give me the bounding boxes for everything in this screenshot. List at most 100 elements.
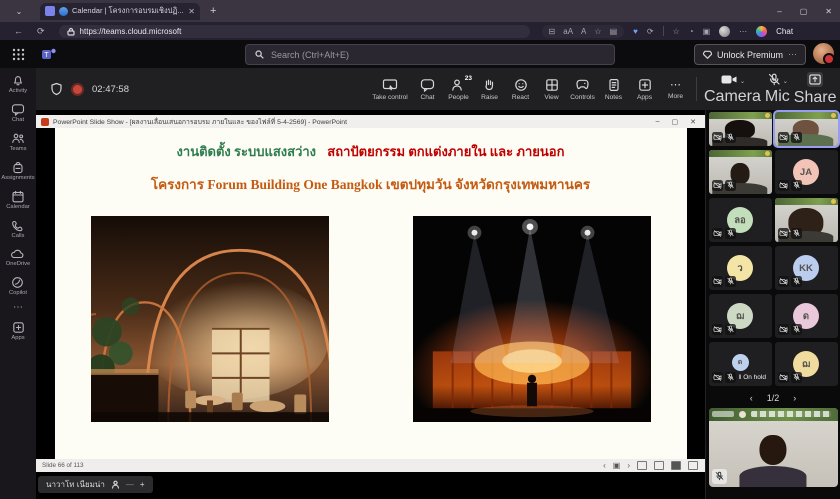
meeting-buttons: Take control Chat 23 People Raise React xyxy=(368,68,840,110)
mic-off-icon xyxy=(791,276,802,287)
translate-icon[interactable]: aA xyxy=(563,27,573,36)
apps-button[interactable]: Apps xyxy=(629,78,660,101)
back-icon[interactable]: ← xyxy=(14,26,23,36)
new-tab-button[interactable]: + xyxy=(210,5,216,17)
history-icon[interactable]: ◔ xyxy=(689,27,694,36)
minimize-button[interactable]: – xyxy=(777,7,781,16)
virtual-bg-banner xyxy=(775,198,838,205)
participant-tile[interactable]: ฌ xyxy=(775,342,838,386)
pager-next-icon[interactable]: › xyxy=(793,393,796,403)
meeting-status: 02:47:58 xyxy=(50,82,129,96)
mic-button[interactable]: ⌄ Mic xyxy=(763,73,792,106)
mic-off-icon xyxy=(725,180,736,191)
rail-item-assignments[interactable]: Assignments xyxy=(1,161,34,181)
rail-item-copilot[interactable]: Copilot xyxy=(9,276,27,296)
participant-tile[interactable]: ลอ xyxy=(709,198,772,242)
participant-tile[interactable]: KK xyxy=(775,246,838,290)
rail-item-more[interactable]: ⋯ xyxy=(13,305,23,312)
camera-chevron-icon[interactable]: ⌄ xyxy=(740,77,745,85)
camera-off-icon xyxy=(712,132,723,143)
spotlight-participant-tile[interactable] xyxy=(709,408,838,487)
ppt-restore-button[interactable]: ▢ xyxy=(672,118,679,126)
teams-profile-avatar[interactable] xyxy=(813,43,834,64)
view-button[interactable]: View xyxy=(536,78,567,101)
rail-item-activity[interactable]: Activity xyxy=(9,74,27,94)
app-window: ⌄ Calendar | โครงการอบรมเชิงปฏิ... ✕ + –… xyxy=(0,0,840,499)
ppt-close-button[interactable]: ✕ xyxy=(690,118,696,126)
meeting-timer: 02:47:58 xyxy=(92,84,129,95)
raise-hand-button[interactable]: Raise xyxy=(474,78,505,101)
slideshow-control-bar: Slide 66 of 113 ‹ ▣ › xyxy=(36,459,705,472)
rail-item-chat[interactable]: Chat xyxy=(11,103,25,123)
read-aloud-icon[interactable]: A xyxy=(581,27,586,36)
next-slide-button[interactable]: › xyxy=(627,461,630,470)
participant-tile[interactable] xyxy=(709,150,772,194)
slide-heading-line2: โครงการ Forum Building One Bangkok เขตปท… xyxy=(55,173,687,195)
participant-tile[interactable] xyxy=(775,112,838,146)
refresh-icon[interactable]: ⟳ xyxy=(37,26,45,37)
extensions-icon[interactable]: ☆ xyxy=(673,27,680,36)
share-bar-add-button[interactable]: + xyxy=(140,480,145,489)
favorites-star-icon[interactable]: ☆ xyxy=(594,27,601,36)
chat-button[interactable]: Chat xyxy=(412,78,443,101)
camera-off-icon xyxy=(778,132,789,143)
zoom-slide-button[interactable] xyxy=(654,461,664,470)
browser-tab[interactable]: Calendar | โครงการอบรมเชิงปฏิ... ✕ xyxy=(40,3,200,20)
slideshow-nav: ‹ ▣ › xyxy=(603,461,705,470)
search-input[interactable]: Search (Ctrl+Alt+E) xyxy=(245,44,615,65)
take-control-button[interactable]: Take control xyxy=(368,78,412,101)
controls-button[interactable]: Controls xyxy=(567,78,598,101)
tab-search-icon[interactable]: ⌄ xyxy=(10,4,28,18)
see-all-slides-button[interactable] xyxy=(637,461,647,470)
close-button[interactable]: ✕ xyxy=(825,7,832,16)
tab-close-icon[interactable]: ✕ xyxy=(188,7,195,16)
slide: งานติดตั้ง ระบบแสงสว่าง สถาปัตยกรรม ตกแต… xyxy=(55,128,687,459)
pen-tool-button[interactable]: ▣ xyxy=(613,461,621,470)
current-view-button[interactable] xyxy=(671,461,681,470)
collections-icon[interactable]: ▤ xyxy=(610,27,618,36)
split-screen-icon[interactable]: ⊟ xyxy=(549,27,556,36)
shared-screen-stage: PowerPoint Slide Show - [ผลงานเลื่อนเสนอ… xyxy=(36,110,705,499)
browser-more-icon[interactable]: ⋯ xyxy=(739,27,747,36)
url-field[interactable]: https://teams.cloud.microsoft xyxy=(59,25,530,38)
participant-tile[interactable]: JA xyxy=(775,150,838,194)
restore-button[interactable]: ▢ xyxy=(800,7,808,16)
mic-chevron-icon[interactable]: ⌄ xyxy=(783,77,788,85)
participant-silhouette xyxy=(759,435,786,465)
previous-slide-button[interactable]: ‹ xyxy=(603,461,606,470)
participant-tile[interactable]: ฌ xyxy=(709,294,772,338)
camera-button[interactable]: ⌄ Camera xyxy=(702,73,763,106)
copilot-icon[interactable] xyxy=(756,26,767,37)
restaurant-interior-photo xyxy=(91,216,329,422)
presenter-view-button[interactable] xyxy=(688,461,698,470)
rail-item-apps[interactable]: Apps xyxy=(11,321,24,341)
participant-grid: JA ลอ xyxy=(706,110,840,386)
notes-button[interactable]: Notes xyxy=(598,78,629,101)
waffle-menu-icon[interactable] xyxy=(12,48,25,61)
presenter-share-bar[interactable]: นาวาโท เนียมน่า — + xyxy=(38,476,153,493)
rail-item-calendar[interactable]: Calendar xyxy=(6,190,30,210)
people-button[interactable]: 23 People xyxy=(443,78,474,101)
rail-item-onedrive[interactable]: OneDrive xyxy=(6,248,30,267)
tile-status-badges xyxy=(712,276,736,287)
pager-prev-icon[interactable]: ‹ xyxy=(750,393,753,403)
sync-icon[interactable]: ⟳ xyxy=(647,27,654,36)
rail-item-calls[interactable]: Calls xyxy=(11,219,25,239)
participant-tile[interactable]: ด ‖ On hold xyxy=(709,342,772,386)
browser-profile-avatar[interactable] xyxy=(719,26,730,37)
participant-tile[interactable] xyxy=(775,198,838,242)
share-button[interactable]: Share xyxy=(792,72,839,107)
react-button[interactable]: React xyxy=(505,78,536,101)
browser-essentials-icon[interactable]: ♥ xyxy=(633,27,638,36)
participant-tile[interactable]: ด xyxy=(775,294,838,338)
more-button[interactable]: ⋯ More xyxy=(660,79,691,100)
premium-more-icon[interactable]: ⋯ xyxy=(788,49,797,60)
participant-tile[interactable] xyxy=(709,112,772,146)
participant-tile[interactable]: ว xyxy=(709,246,772,290)
copilot-chat-label[interactable]: Chat xyxy=(776,27,793,36)
ppt-minimize-button[interactable]: – xyxy=(656,118,660,126)
rail-item-teams[interactable]: Teams xyxy=(9,132,26,152)
screenshot-icon[interactable]: ▣ xyxy=(703,27,711,36)
participant-initials: ด xyxy=(732,354,749,371)
unlock-premium-button[interactable]: Unlock Premium ⋯ xyxy=(694,44,806,65)
